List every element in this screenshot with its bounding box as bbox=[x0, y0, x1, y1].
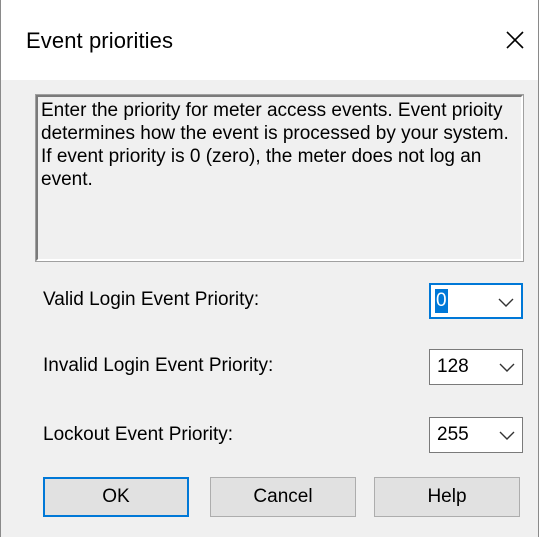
lockout-label: Lockout Event Priority: bbox=[43, 424, 234, 445]
ok-button[interactable]: OK bbox=[43, 477, 189, 517]
cancel-button[interactable]: Cancel bbox=[210, 477, 356, 517]
chevron-down-icon bbox=[499, 431, 515, 440]
event-priorities-dialog: Event priorities Enter the priority for … bbox=[0, 0, 539, 537]
invalid-login-priority-select[interactable]: 128 bbox=[429, 349, 523, 385]
info-text-box: Enter the priority for meter access even… bbox=[35, 94, 524, 262]
invalid-login-label: Invalid Login Event Priority: bbox=[43, 355, 274, 376]
lockout-priority-select[interactable]: 255 bbox=[429, 417, 523, 453]
lockout-priority-value: 255 bbox=[437, 424, 469, 445]
valid-login-priority-select[interactable]: 0 bbox=[429, 283, 523, 319]
valid-login-label: Valid Login Event Priority: bbox=[43, 289, 260, 310]
close-button[interactable] bbox=[498, 23, 532, 57]
info-text: Enter the priority for meter access even… bbox=[41, 100, 509, 190]
chevron-down-icon bbox=[498, 298, 514, 307]
invalid-login-priority-value: 128 bbox=[437, 356, 469, 377]
help-button[interactable]: Help bbox=[374, 477, 520, 517]
title-bar: Event priorities bbox=[1, 0, 538, 80]
chevron-down-icon bbox=[499, 363, 515, 372]
window-title: Event priorities bbox=[26, 28, 174, 53]
valid-login-priority-value: 0 bbox=[435, 289, 448, 313]
close-icon bbox=[506, 31, 524, 49]
